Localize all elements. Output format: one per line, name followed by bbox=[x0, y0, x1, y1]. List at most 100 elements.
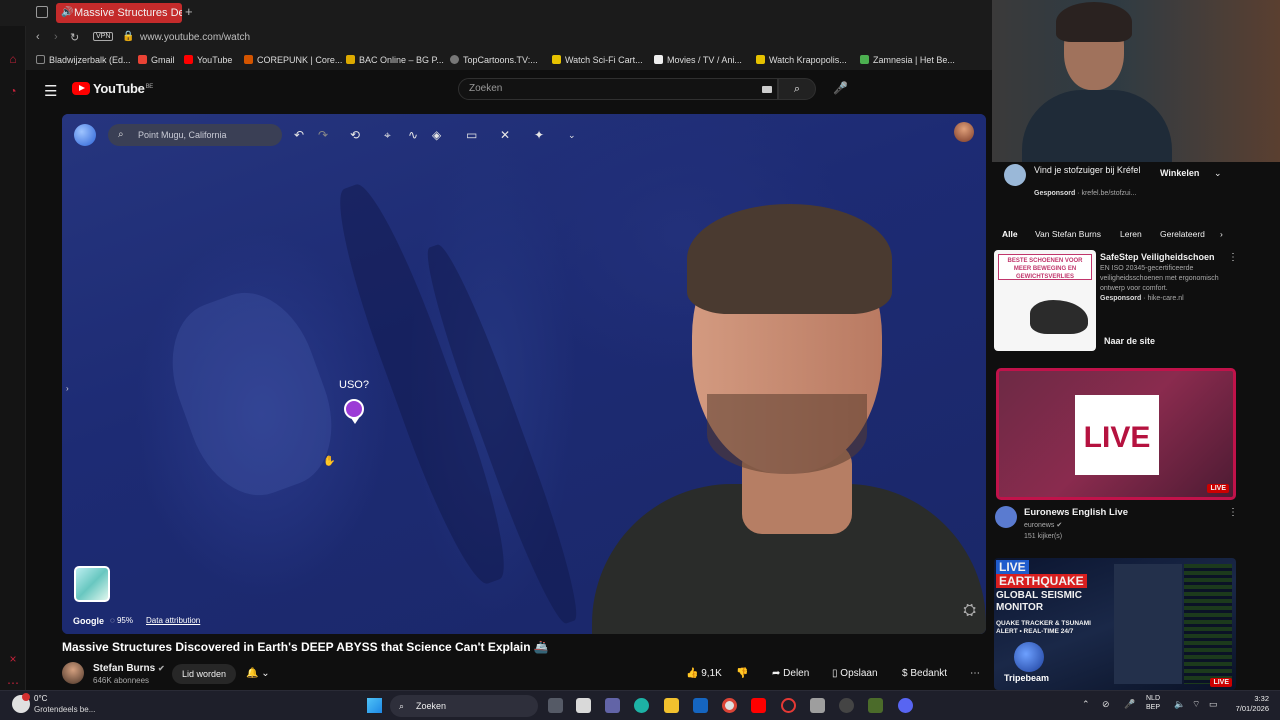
volume-icon[interactable]: 🔈 bbox=[1174, 699, 1185, 710]
search-input[interactable]: Zoeken bbox=[458, 78, 778, 100]
tray-chevron-icon[interactable]: ⌃ bbox=[1082, 699, 1090, 710]
data-attribution-link[interactable]: Data attribution bbox=[146, 616, 200, 625]
more-actions-button[interactable]: ⋯ bbox=[970, 664, 980, 684]
keyboard-icon[interactable] bbox=[762, 86, 772, 93]
taskbar-search[interactable]: ⌕ Zoeken bbox=[390, 695, 538, 717]
undo-icon[interactable]: ↶ bbox=[294, 128, 304, 142]
video-player[interactable]: ⌕ Point Mugu, California ↶ ↷ ⟲ ⌖ ∿ ◈ ▭ ✕… bbox=[62, 114, 986, 634]
hamburger-menu-icon[interactable]: ☰ bbox=[44, 82, 57, 100]
calculator-icon[interactable] bbox=[810, 698, 825, 713]
sponsored-card[interactable]: Vind je stofzuiger bij Kréfel Gesponsord… bbox=[1004, 164, 1234, 204]
lock-icon[interactable]: 🔒 bbox=[122, 31, 134, 42]
youtube-logo[interactable]: YouTubeBE bbox=[72, 81, 153, 99]
more-icon[interactable]: ⋯ bbox=[6, 676, 20, 690]
weather-condition[interactable]: Grotendeels be... bbox=[34, 705, 95, 714]
layer-thumbnail[interactable] bbox=[74, 566, 110, 602]
bookmark-item[interactable]: COREPUNK | Core... bbox=[244, 55, 342, 65]
vpn-badge[interactable]: VPN bbox=[93, 32, 114, 41]
channel-avatar[interactable] bbox=[62, 662, 84, 684]
shop-button[interactable]: Winkelen bbox=[1160, 168, 1199, 178]
account-avatar[interactable] bbox=[954, 122, 974, 142]
chevron-down-icon[interactable]: ⌄ bbox=[1214, 168, 1222, 179]
history-icon[interactable]: ◔ bbox=[6, 84, 20, 98]
earthquake-thumbnail[interactable]: LIVE EARTHQUAKE GLOBAL SEISMIC MONITOR Q… bbox=[994, 558, 1236, 690]
reload-icon[interactable]: ↻ bbox=[70, 31, 79, 44]
dislike-button[interactable]: 👎 bbox=[736, 664, 748, 684]
bookmark-item[interactable]: Movies / TV / Ani... bbox=[654, 55, 742, 65]
layers-icon[interactable]: ◈ bbox=[432, 128, 441, 142]
pegman-icon[interactable]: ⛭ bbox=[963, 602, 976, 620]
youtube-app-icon[interactable] bbox=[751, 698, 766, 713]
task-view-icon[interactable] bbox=[548, 698, 563, 713]
outlook-icon[interactable] bbox=[693, 698, 708, 713]
chip-learn[interactable]: Leren bbox=[1120, 226, 1142, 242]
notification-bell-button[interactable]: 🔔 ⌄ bbox=[246, 664, 270, 684]
temperature[interactable]: 0°C bbox=[34, 694, 47, 703]
path-icon[interactable]: ∿ bbox=[408, 128, 418, 142]
shop-icon[interactable]: ⌂ bbox=[6, 52, 20, 66]
save-button[interactable]: ▯ Opslaan bbox=[832, 664, 878, 684]
satellite-icon[interactable]: ✕ bbox=[500, 128, 510, 142]
earth-globe-icon[interactable] bbox=[74, 124, 96, 146]
bookmark-item[interactable]: Watch Krapopolis... bbox=[756, 55, 847, 65]
mic-tray-icon[interactable]: 🎤 bbox=[1124, 699, 1135, 710]
network-off-icon[interactable]: ⊘ bbox=[1102, 699, 1110, 710]
speaker-icon[interactable]: 🔊 bbox=[61, 3, 73, 23]
share-button[interactable]: ➦ Delen bbox=[772, 664, 809, 684]
clock[interactable]: 3:32 7/01/2026 bbox=[1227, 694, 1269, 714]
close-panel-icon[interactable]: × bbox=[6, 652, 20, 666]
chrome-icon[interactable] bbox=[722, 698, 737, 713]
microphone-icon[interactable]: 🎤 bbox=[833, 81, 848, 95]
tabs-overview-icon[interactable] bbox=[36, 6, 48, 18]
bookmark-item[interactable]: TopCartoons.TV:... bbox=[450, 55, 538, 65]
euronews-avatar[interactable] bbox=[995, 506, 1017, 528]
file-explorer-icon[interactable] bbox=[664, 698, 679, 713]
video-menu-icon[interactable]: ⋮ bbox=[1228, 507, 1238, 518]
ruler-icon[interactable]: ▭ bbox=[466, 128, 477, 142]
bookmark-item[interactable]: Gmail bbox=[138, 55, 175, 65]
history-icon[interactable]: ⟲ bbox=[350, 128, 360, 142]
url-field[interactable]: www.youtube.com/watch bbox=[140, 32, 250, 43]
thanks-button[interactable]: $ Bedankt bbox=[902, 664, 947, 684]
teams-icon[interactable] bbox=[605, 698, 620, 713]
forward-icon[interactable]: › bbox=[54, 31, 58, 43]
language-indicator[interactable]: NLD BEP bbox=[1146, 694, 1160, 712]
chevron-right-icon[interactable]: › bbox=[1220, 226, 1223, 242]
store-icon[interactable] bbox=[576, 698, 591, 713]
channel-name[interactable]: Stefan Burns ✔ bbox=[93, 663, 165, 674]
opera-icon[interactable] bbox=[781, 698, 796, 713]
ad-card[interactable]: BESTE SCHOENEN VOOR MEER BEWEGING EN GEW… bbox=[994, 250, 1238, 352]
search-button[interactable]: ⌕ bbox=[778, 78, 816, 100]
wifi-icon[interactable]: ⌔ bbox=[1192, 699, 1200, 710]
windows-start-icon[interactable] bbox=[367, 698, 382, 713]
placemark-icon[interactable]: ⌖ bbox=[384, 128, 391, 143]
chip-channel[interactable]: Van Stefan Burns bbox=[1035, 226, 1101, 242]
obs-icon[interactable] bbox=[839, 698, 854, 713]
chevron-down-icon[interactable]: ⌄ bbox=[568, 130, 576, 141]
sparkle-icon[interactable]: ✦ bbox=[534, 128, 544, 142]
redo-icon[interactable]: ↷ bbox=[318, 128, 328, 142]
active-tab[interactable]: 🔊 Massive Structures De bbox=[56, 3, 182, 23]
edge-icon[interactable] bbox=[634, 698, 649, 713]
battery-icon[interactable]: ▭ bbox=[1209, 699, 1218, 710]
bookmark-item[interactable]: Zamnesia | Het Be... bbox=[860, 55, 955, 65]
bookmark-item[interactable]: YouTube bbox=[184, 55, 232, 65]
map-marker-icon[interactable] bbox=[344, 399, 364, 424]
ad-menu-icon[interactable]: ⋮ bbox=[1228, 252, 1238, 263]
visit-site-button[interactable]: Naar de site bbox=[1104, 336, 1155, 346]
bookmark-item[interactable]: BAC Online – BG P... bbox=[346, 55, 444, 65]
like-button[interactable]: 👍 9,1K bbox=[686, 664, 722, 684]
bookmark-item[interactable]: Bladwijzerbalk (Ed... bbox=[36, 55, 131, 65]
game-icon[interactable] bbox=[868, 698, 883, 713]
expand-panel-icon[interactable]: › bbox=[66, 384, 69, 393]
chip-all[interactable]: Alle bbox=[1002, 226, 1018, 242]
new-tab-button[interactable]: + bbox=[185, 4, 193, 19]
back-icon[interactable]: ‹ bbox=[36, 31, 40, 43]
euronews-thumbnail[interactable]: LIVE LIVE bbox=[996, 368, 1236, 500]
maps-search-input[interactable]: ⌕ Point Mugu, California bbox=[108, 124, 282, 146]
discord-icon[interactable] bbox=[898, 698, 913, 713]
euronews-title[interactable]: Euronews English Live bbox=[1024, 507, 1128, 518]
bookmark-item[interactable]: Watch Sci-Fi Cart... bbox=[552, 55, 643, 65]
chip-related[interactable]: Gerelateerd bbox=[1160, 226, 1218, 242]
join-button[interactable]: Lid worden bbox=[172, 664, 237, 684]
